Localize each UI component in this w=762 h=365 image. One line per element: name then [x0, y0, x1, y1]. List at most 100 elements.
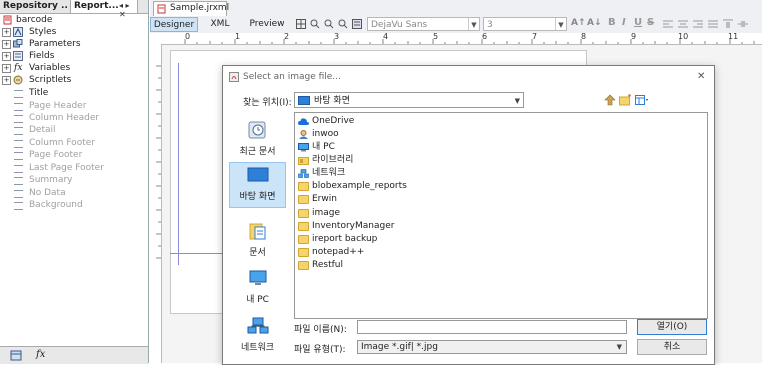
expand-icon[interactable]: + — [2, 76, 11, 85]
view-menu-icon[interactable] — [635, 94, 649, 106]
place-label: 문서 — [249, 248, 266, 258]
folder-icon — [298, 182, 309, 191]
desktop-icon — [298, 96, 310, 105]
file-type-select[interactable]: Image *.gif| *.jpg ▼ — [357, 340, 627, 354]
report-icon — [3, 15, 12, 25]
file-name-input[interactable] — [357, 320, 627, 334]
zoom-out-icon[interactable] — [324, 19, 334, 29]
align-middle-icon[interactable] — [738, 19, 748, 29]
align-top-icon[interactable] — [723, 19, 733, 29]
tree-node-label: Fields — [29, 51, 55, 61]
dialog-title-bar: Select an image file... ✕ — [223, 66, 714, 88]
band-label: No Data — [29, 188, 66, 198]
parameters-icon — [13, 39, 23, 48]
report-file-icon — [157, 4, 166, 14]
variables-icon: fx — [14, 63, 23, 73]
file-name: Restful — [312, 260, 343, 270]
up-one-level-icon[interactable] — [604, 94, 616, 106]
left-margin-line — [178, 63, 179, 265]
tab-repository[interactable]: Repository ... — [3, 0, 67, 13]
close-icon[interactable]: ✕ — [697, 66, 705, 88]
folder-icon — [298, 209, 309, 218]
font-name-select[interactable]: DejaVu Sans ▼ — [367, 17, 480, 31]
tab-report-inspector[interactable]: Report... ◂ ▸ ✕ — [70, 0, 138, 19]
file-name: ireport backup — [312, 234, 378, 244]
file-name: image — [312, 208, 341, 218]
band-label: Last Page Footer — [29, 163, 104, 173]
expression-icon[interactable]: fx — [36, 349, 45, 360]
library-icon — [298, 157, 309, 165]
underline-icon[interactable]: U — [634, 17, 642, 28]
file-list[interactable]: OneDrive inwoo 내 PC 라이브러리 네트워크 blobexamp… — [294, 112, 708, 319]
file-name: InventoryManager — [312, 221, 395, 231]
place-documents[interactable]: 문서 — [229, 219, 286, 265]
computer-icon — [249, 270, 266, 285]
tab-designer[interactable]: Designer — [150, 17, 198, 32]
file-name: inwoo — [312, 129, 339, 139]
align-justify-icon[interactable] — [708, 19, 718, 29]
grid-icon[interactable] — [296, 19, 306, 29]
zoom-in-icon[interactable] — [310, 19, 320, 29]
datasource-icon[interactable] — [10, 350, 22, 361]
file-name: 라이브러리 — [312, 155, 354, 165]
band-icon — [14, 103, 23, 111]
strikethrough-icon[interactable]: S — [647, 17, 654, 28]
tab-preview[interactable]: Preview — [243, 17, 291, 32]
left-panel: Repository ... Report... ◂ ▸ ✕ barcode +… — [0, 0, 149, 364]
file-name: OneDrive — [312, 116, 355, 126]
place-desktop[interactable]: 바탕 화면 — [229, 162, 286, 208]
band-label: Summary — [29, 175, 73, 185]
folder-icon — [298, 195, 309, 204]
tree-node-label: Variables — [29, 63, 71, 73]
zoom-fit-icon[interactable] — [338, 19, 348, 29]
align-center-icon[interactable] — [678, 19, 688, 29]
place-label: 최근 문서 — [239, 147, 276, 157]
file-name: 내 PC — [312, 142, 335, 152]
file-name: 네트워크 — [312, 168, 346, 178]
vertical-ruler — [150, 44, 162, 363]
bold-icon[interactable]: B — [608, 17, 616, 28]
place-this-pc[interactable]: 내 PC — [229, 266, 286, 312]
decrease-font-icon[interactable]: A↓ — [587, 18, 602, 28]
tab-sample-jrxml[interactable]: Sample.jrxml — [153, 1, 229, 17]
font-size-value: 3 — [487, 20, 493, 30]
expand-icon[interactable]: + — [2, 28, 11, 37]
expand-icon[interactable]: + — [2, 52, 11, 61]
tab-controls[interactable]: ◂ ▸ ✕ — [119, 1, 137, 19]
align-left-icon[interactable] — [663, 19, 673, 29]
band-label: Detail — [29, 125, 56, 135]
document-tab-strip: Sample.jrxml — [150, 0, 762, 17]
increase-font-icon[interactable]: A↑ — [571, 18, 586, 28]
dialog-title: Select an image file... — [243, 72, 341, 82]
align-right-icon[interactable] — [693, 19, 703, 29]
network-icon — [298, 169, 309, 178]
band-icon — [14, 202, 23, 210]
band-icon — [14, 115, 23, 123]
expand-icon[interactable]: + — [2, 40, 11, 49]
italic-icon[interactable]: I — [622, 17, 626, 28]
band-icon — [14, 152, 23, 160]
place-network[interactable]: 네트워크 — [229, 314, 286, 360]
cancel-button[interactable]: 취소 — [637, 339, 707, 355]
vertical-ruler-ticks — [156, 65, 161, 259]
properties-icon[interactable] — [352, 19, 362, 29]
look-in-select[interactable]: 바탕 화면 ▼ — [294, 92, 524, 108]
open-button[interactable]: 열기(O) — [637, 319, 707, 335]
chevron-down-icon: ▼ — [468, 18, 479, 30]
look-in-value: 바탕 화면 — [314, 96, 350, 106]
new-folder-icon[interactable] — [619, 94, 632, 106]
place-label: 네트워크 — [240, 343, 275, 353]
file-name: blobexample_reports — [312, 181, 407, 191]
fields-icon — [13, 51, 23, 61]
tab-report-label: Report... — [74, 1, 118, 11]
select-image-dialog: Select an image file... ✕ 찾는 위치(I): 바탕 화… — [222, 65, 715, 365]
cloud-icon — [298, 118, 309, 125]
file-type-value: Image *.gif| *.jpg — [361, 342, 438, 352]
left-tab-strip: Repository ... Report... ◂ ▸ ✕ — [0, 0, 148, 19]
expand-icon[interactable]: + — [2, 64, 11, 73]
tab-xml[interactable]: XML — [202, 17, 238, 32]
java-app-icon — [229, 72, 239, 82]
font-size-select[interactable]: 3 ▼ — [483, 17, 567, 31]
place-recent-documents[interactable]: 최근 문서 — [229, 118, 286, 164]
folder-icon — [298, 222, 309, 231]
